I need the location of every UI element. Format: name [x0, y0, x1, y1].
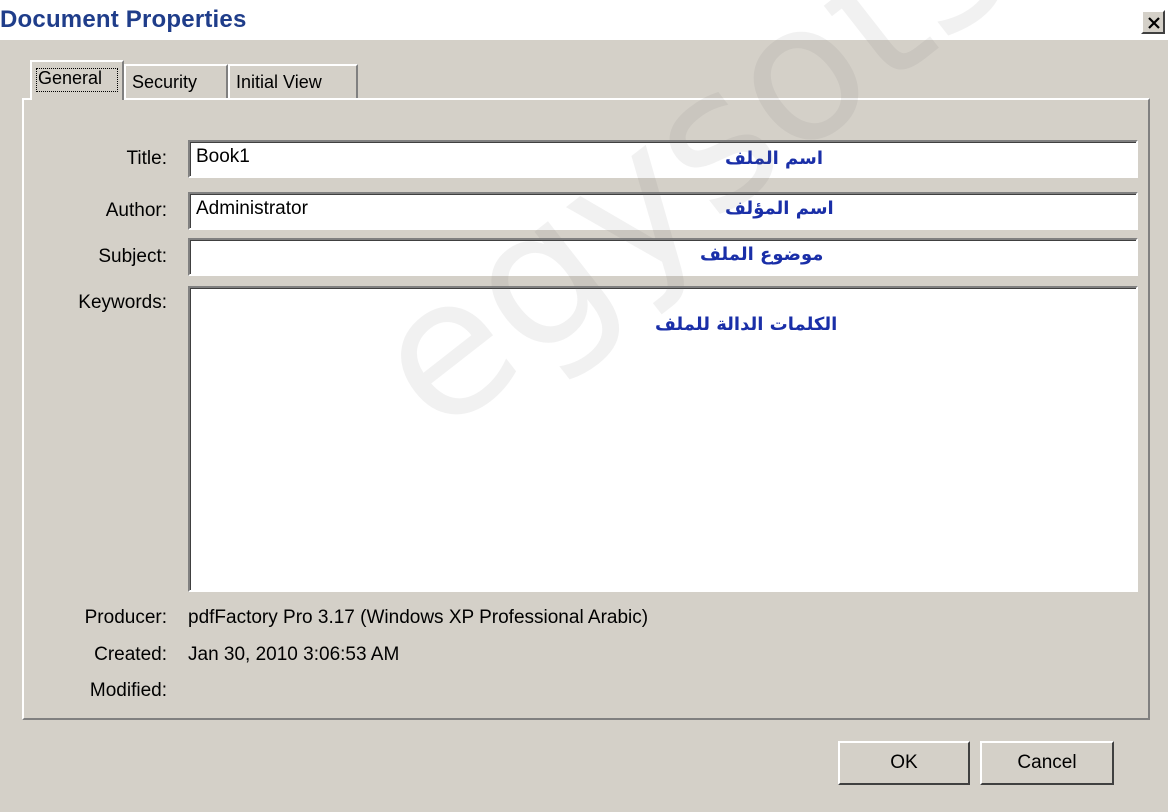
created-label: Created:	[94, 644, 167, 665]
close-icon	[1148, 17, 1160, 29]
title-bar: Document Properties	[0, 0, 1168, 40]
producer-label: Producer:	[84, 607, 167, 628]
author-field[interactable]: Administrator	[188, 192, 1138, 230]
subject-annotation: موضوع الملف	[700, 244, 824, 265]
tab-security-label: Security	[132, 72, 198, 92]
modified-label: Modified:	[89, 680, 167, 701]
tab-initial-view[interactable]: Initial View	[228, 64, 358, 98]
tab-general[interactable]: General	[30, 60, 124, 100]
created-value: Jan 30, 2010 3:06:53 AM	[188, 644, 400, 665]
close-button[interactable]	[1141, 10, 1165, 34]
title-annotation: اسم الملف	[725, 148, 824, 169]
title-field[interactable]: Book1	[188, 140, 1138, 178]
producer-value: pdfFactory Pro 3.17 (Windows XP Professi…	[188, 607, 649, 628]
subject-label: Subject:	[98, 246, 167, 267]
keywords-annotation: الكلمات الدالة للملف	[655, 314, 838, 335]
ok-button[interactable]: OK	[838, 741, 970, 785]
subject-field[interactable]	[188, 238, 1138, 276]
tab-security[interactable]: Security	[124, 64, 228, 98]
author-annotation: اسم المؤلف	[725, 198, 834, 219]
dialog-title: Document Properties	[0, 6, 247, 33]
cancel-button[interactable]: Cancel	[980, 741, 1114, 785]
author-label: Author:	[105, 200, 167, 221]
tab-initial-view-label: Initial View	[236, 72, 322, 92]
keywords-label: Keywords:	[78, 292, 167, 313]
author-field-value: Administrator	[196, 198, 308, 219]
title-label: Title:	[126, 148, 167, 169]
document-properties-dialog: Document Properties General Security Ini…	[0, 0, 1168, 812]
title-field-value: Book1	[196, 146, 250, 167]
tab-focus-indicator	[36, 68, 118, 92]
